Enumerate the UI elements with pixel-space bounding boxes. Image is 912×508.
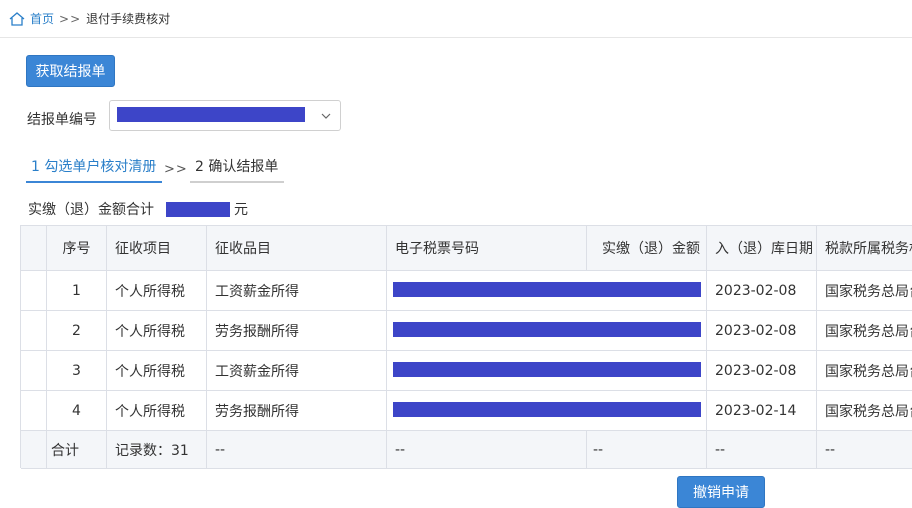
footer-label: 合计 bbox=[47, 431, 107, 468]
tab-step-1[interactable]: 1 勾选单户核对清册 bbox=[26, 150, 162, 183]
column-header: 税款所属税务机关 bbox=[817, 226, 912, 270]
footer-placeholder: -- bbox=[707, 431, 817, 468]
footer-spacer bbox=[21, 431, 47, 468]
row-checkbox[interactable] bbox=[21, 271, 47, 310]
row-item: 个人所得税 bbox=[107, 391, 207, 430]
row-item: 个人所得税 bbox=[107, 351, 207, 390]
report-number-select[interactable] bbox=[109, 100, 341, 131]
row-date: 2023-02-14 bbox=[707, 391, 817, 430]
amount-total: 实缴（退）金额合计 元 bbox=[28, 199, 248, 219]
column-header: 实缴（退）金额 bbox=[587, 226, 707, 270]
column-header: 序号 bbox=[47, 226, 107, 270]
row-category: 劳务报酬所得 bbox=[207, 391, 387, 430]
chevron-down-icon[interactable] bbox=[320, 110, 332, 122]
row-category: 工资薪金所得 bbox=[207, 271, 387, 310]
redacted-value bbox=[117, 107, 305, 122]
amount-unit: 元 bbox=[234, 202, 248, 218]
record-count: 记录数：31 bbox=[107, 431, 207, 468]
table-footer: 合计 记录数：31 -- -- -- -- -- bbox=[21, 431, 912, 469]
verification-table: 序号 征收项目 征收品目 电子税票号码 实缴（退）金额 入（退）库日期 税款所属… bbox=[20, 225, 912, 469]
row-ticket-number bbox=[387, 311, 701, 350]
breadcrumb-current: 退付手续费核对 bbox=[86, 12, 171, 26]
row-checkbox[interactable] bbox=[21, 351, 47, 390]
column-header: 入（退）库日期 bbox=[707, 226, 817, 270]
fetch-report-button[interactable]: 获取结报单 bbox=[26, 55, 115, 87]
home-icon[interactable] bbox=[8, 10, 26, 28]
row-authority: 国家税务总局台 bbox=[817, 311, 912, 350]
footer-placeholder: -- bbox=[587, 431, 707, 468]
footer-placeholder: -- bbox=[207, 431, 387, 468]
row-checkbox[interactable] bbox=[21, 311, 47, 350]
row-authority: 国家税务总局台 bbox=[817, 351, 912, 390]
table-row[interactable]: 3 个人所得税 工资薪金所得 2023-02-08 国家税务总局台 bbox=[21, 351, 912, 391]
row-number: 3 bbox=[47, 351, 107, 390]
amount-total-label: 实缴（退）金额合计 bbox=[28, 202, 154, 218]
footer-placeholder: -- bbox=[817, 431, 912, 468]
row-category: 工资薪金所得 bbox=[207, 351, 387, 390]
cancel-application-button[interactable]: 撤销申请 bbox=[677, 476, 765, 508]
breadcrumb-home-link[interactable]: 首页 bbox=[30, 10, 54, 27]
breadcrumb: 首页 >> 退付手续费核对 bbox=[0, 0, 912, 38]
tab-step-2[interactable]: 2 确认结报单 bbox=[190, 150, 284, 183]
row-ticket-number bbox=[387, 351, 701, 390]
row-authority: 国家税务总局台 bbox=[817, 391, 912, 430]
footer-placeholder: -- bbox=[387, 431, 587, 468]
column-header: 征收项目 bbox=[107, 226, 207, 270]
row-date: 2023-02-08 bbox=[707, 311, 817, 350]
breadcrumb-separator: >> bbox=[59, 11, 82, 26]
row-category: 劳务报酬所得 bbox=[207, 311, 387, 350]
report-number-label: 结报单编号 bbox=[27, 112, 97, 128]
table-row[interactable]: 1 个人所得税 工资薪金所得 2023-02-08 国家税务总局台 bbox=[21, 271, 912, 311]
checkbox-column-header[interactable] bbox=[21, 226, 47, 270]
column-header: 征收品目 bbox=[207, 226, 387, 270]
row-date: 2023-02-08 bbox=[707, 351, 817, 390]
redacted-ticket bbox=[393, 402, 701, 417]
table-row[interactable]: 2 个人所得税 劳务报酬所得 2023-02-08 国家税务总局台 bbox=[21, 311, 912, 351]
row-ticket-number bbox=[387, 391, 701, 430]
row-number: 4 bbox=[47, 391, 107, 430]
row-checkbox[interactable] bbox=[21, 391, 47, 430]
table-header: 序号 征收项目 征收品目 电子税票号码 实缴（退）金额 入（退）库日期 税款所属… bbox=[21, 226, 912, 271]
row-number: 1 bbox=[47, 271, 107, 310]
row-date: 2023-02-08 bbox=[707, 271, 817, 310]
step-arrow: >> bbox=[164, 162, 188, 177]
row-item: 个人所得税 bbox=[107, 271, 207, 310]
table-row[interactable]: 4 个人所得税 劳务报酬所得 2023-02-14 国家税务总局台 bbox=[21, 391, 912, 431]
row-item: 个人所得税 bbox=[107, 311, 207, 350]
redacted-amount bbox=[166, 201, 230, 217]
column-header: 电子税票号码 bbox=[387, 226, 587, 270]
row-authority: 国家税务总局台 bbox=[817, 271, 912, 310]
redacted-ticket bbox=[393, 282, 701, 297]
row-number: 2 bbox=[47, 311, 107, 350]
row-ticket-number bbox=[387, 271, 701, 310]
redacted-ticket bbox=[393, 362, 701, 377]
redacted-ticket bbox=[393, 322, 701, 337]
